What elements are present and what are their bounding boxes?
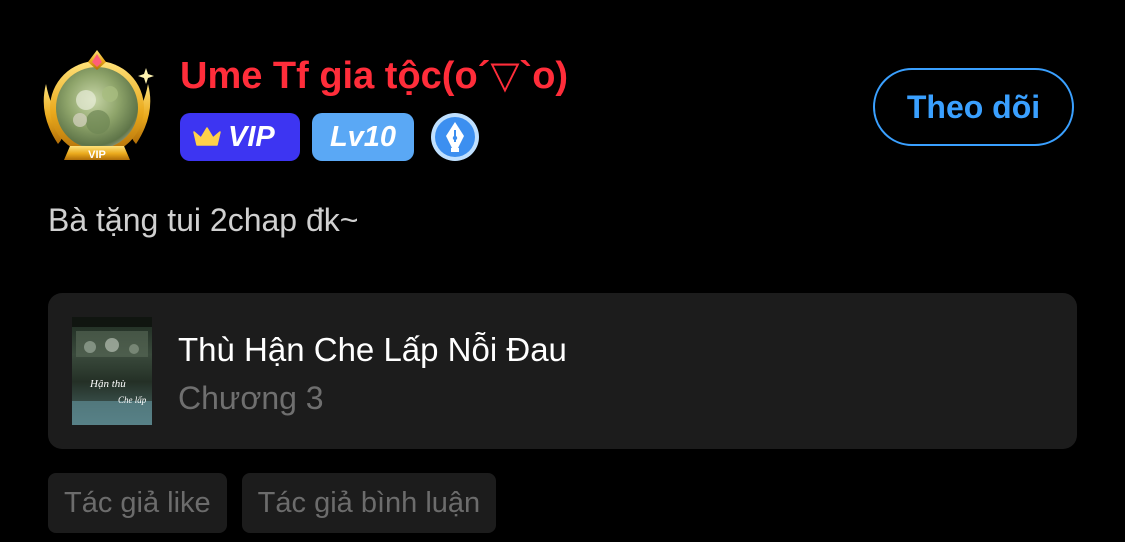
cover-text-line1: Hận thù [89, 378, 126, 390]
comment-text: Bà tặng tui 2chap đk~ [48, 202, 359, 238]
vip-badge[interactable]: VIP [180, 113, 300, 161]
vip-avatar-frame-icon: VIP [43, 50, 154, 161]
book-title: Thù Hận Che Lấp Nỗi Đau [178, 331, 567, 368]
username[interactable]: Ume Tf gia tộc(o´▽`o) [180, 52, 568, 100]
tag-author-comment: Tác giả bình luận [241, 473, 497, 533]
level-badge-label: Lv10 [329, 120, 397, 153]
follow-button[interactable]: Theo dõi [873, 68, 1074, 146]
pen-nib-icon [431, 113, 479, 161]
book-chapter: Chương 3 [178, 380, 324, 416]
cover-text-line2: Che lấp [118, 395, 147, 405]
avatar-frame-label: VIP [88, 149, 106, 161]
crown-icon [192, 126, 222, 148]
tag-author-like: Tác giả like [48, 473, 227, 533]
book-card[interactable]: Hận thù Che lấp Thù Hận Che Lấp Nỗi Đau … [48, 293, 1077, 449]
creator-badge[interactable] [430, 112, 480, 162]
avatar[interactable]: VIP [36, 44, 158, 166]
tags-row: Tác giả like Tác giả bình luận [48, 473, 511, 533]
badges-row: VIP Lv10 [180, 113, 480, 161]
book-cover-image: Hận thù Che lấp [72, 317, 152, 425]
vip-badge-label: VIP [228, 120, 275, 153]
level-badge[interactable]: Lv10 [312, 113, 414, 161]
